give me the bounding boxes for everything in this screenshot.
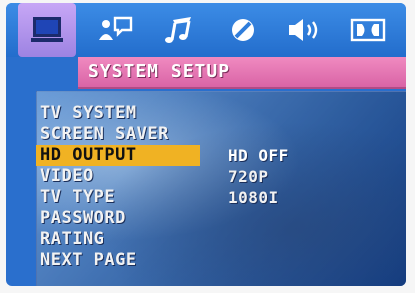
- hd-output-options: HD OFF 720P 1080I: [228, 145, 289, 208]
- menu-item-tv-type[interactable]: TV TYPE: [40, 187, 200, 208]
- tab-rating[interactable]: [214, 3, 272, 57]
- circle-slash-icon: [227, 14, 259, 46]
- menu-item-tv-system[interactable]: TV SYSTEM: [40, 103, 200, 124]
- music-note-icon: [163, 14, 197, 46]
- menu-item-next-page[interactable]: NEXT PAGE: [40, 250, 200, 271]
- option-1080i[interactable]: 1080I: [228, 187, 289, 208]
- tab-speaker[interactable]: [276, 3, 334, 57]
- dolby-icon: [349, 15, 387, 45]
- tab-audio[interactable]: [151, 3, 209, 57]
- settings-menu: TV SYSTEM SCREEN SAVER HD OUTPUT VIDEO T…: [36, 103, 200, 271]
- menu-item-password[interactable]: PASSWORD: [40, 208, 200, 229]
- tab-dolby[interactable]: [339, 3, 397, 57]
- setup-tab-bar: [6, 3, 406, 57]
- dvd-setup-screen: SYSTEM SETUP TV SYSTEM SCREEN SAVER HD O…: [6, 3, 406, 286]
- menu-item-video[interactable]: VIDEO: [40, 166, 200, 187]
- tab-language[interactable]: [86, 3, 144, 57]
- menu-item-rating[interactable]: RATING: [40, 229, 200, 250]
- person-speech-icon: [95, 14, 135, 46]
- monitor-icon: [29, 14, 65, 46]
- speaker-icon: [285, 14, 325, 46]
- tab-system[interactable]: [18, 3, 76, 57]
- menu-item-screen-saver[interactable]: SCREEN SAVER: [40, 124, 200, 145]
- menu-item-hd-output[interactable]: HD OUTPUT: [36, 145, 200, 166]
- title-bar: SYSTEM SETUP: [78, 57, 406, 89]
- page-title: SYSTEM SETUP: [88, 61, 231, 82]
- option-720p[interactable]: 720P: [228, 166, 289, 187]
- option-hd-off[interactable]: HD OFF: [228, 145, 289, 166]
